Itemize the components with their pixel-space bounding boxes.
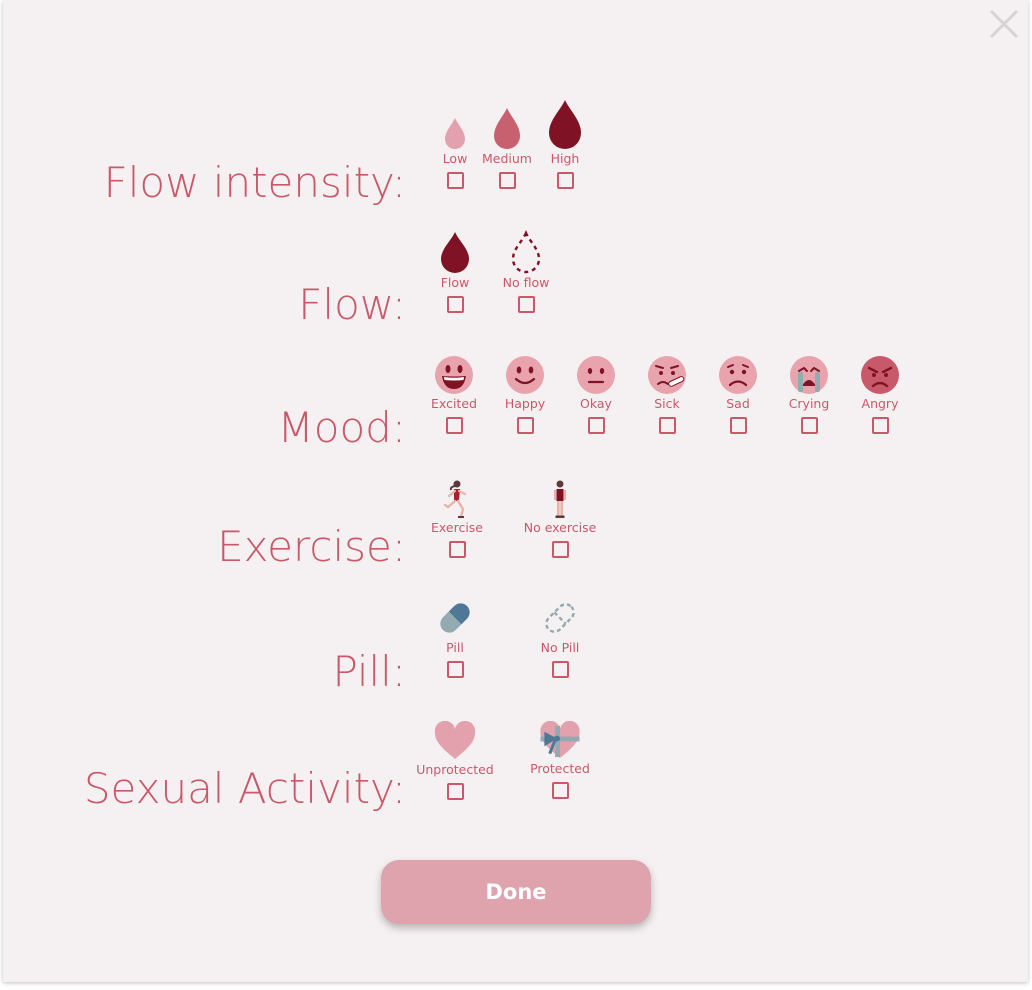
excited-face-icon [435,356,473,394]
exercise-label: Exercise: [217,522,406,571]
option-exercise: Exercise [412,479,502,558]
happy-checkbox[interactable] [516,417,534,434]
option-no-flow: No flow [481,230,571,313]
pill-icon [440,603,470,633]
drop-dashed-icon [511,230,541,274]
drop-dark-icon [441,232,469,273]
exercise-checkbox[interactable] [448,541,466,558]
flow-checkbox[interactable] [446,296,464,313]
sick-face-icon [648,356,686,394]
option-angry: Angry [835,355,925,434]
excited-checkbox[interactable] [445,417,463,434]
sexual-activity-label: Sexual Activity: [83,764,406,813]
done-button[interactable]: Done [381,860,651,924]
option-high: High [520,98,610,189]
option-label: Unprotected [416,762,494,777]
happy-face-icon [506,356,544,394]
angry-face-icon [861,356,899,394]
option-label: No exercise [523,520,597,535]
okay-checkbox[interactable] [587,417,605,434]
option-pill: Pill [410,597,500,678]
flow-label: Flow: [298,280,406,329]
standing-person-icon [554,480,566,518]
crying-checkbox[interactable] [800,417,818,434]
high-checkbox[interactable] [556,172,574,189]
crying-face-icon [790,356,828,394]
drop-medium-icon [494,108,520,149]
unprotected-checkbox[interactable] [446,783,464,800]
option-unprotected: Unprotected [410,721,500,800]
option-protected: Protected [515,721,605,799]
flow-intensity-label: Flow intensity: [103,158,406,207]
option-no-exercise: No exercise [515,479,605,558]
option-label: Angry [861,396,899,411]
option-label: Protected [530,761,590,776]
wrapped-heart-icon [540,721,580,759]
close-icon[interactable] [988,8,1020,40]
pill-checkbox[interactable] [446,661,464,678]
option-label: Exercise [430,520,483,535]
pill-dashed-icon [545,603,575,633]
protected-checkbox[interactable] [551,782,569,799]
no-flow-checkbox[interactable] [517,296,535,313]
drop-dark-icon [549,100,581,149]
option-no-pill: No Pill [515,597,605,678]
okay-face-icon [577,356,615,394]
running-person-icon [443,480,467,519]
option-label: High [550,151,580,166]
no-exercise-checkbox[interactable] [551,541,569,558]
no-pill-checkbox[interactable] [551,661,569,678]
low-checkbox[interactable] [446,172,464,189]
sad-face-icon [719,356,757,394]
option-label: No flow [502,275,550,290]
sick-checkbox[interactable] [658,417,676,434]
angry-checkbox[interactable] [871,417,889,434]
medium-checkbox[interactable] [498,172,516,189]
option-label: Pill [446,640,464,655]
heart-icon [434,721,476,759]
sad-checkbox[interactable] [729,417,747,434]
mood-label: Mood: [277,403,406,452]
option-label: No Pill [540,640,580,655]
pill-label: Pill: [332,647,406,696]
